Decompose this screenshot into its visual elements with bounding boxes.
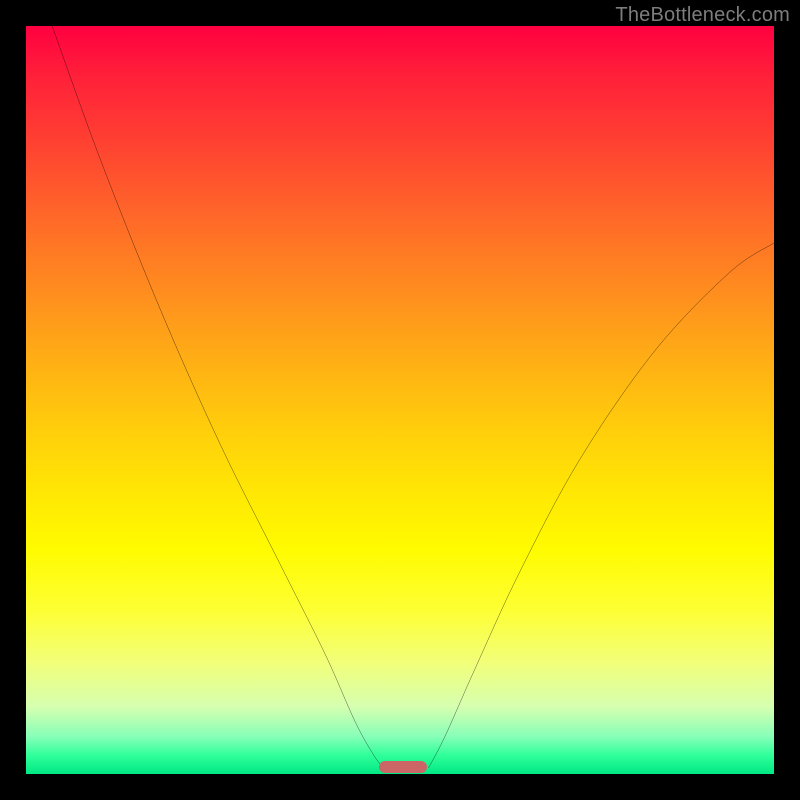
watermark-text: TheBottleneck.com: [615, 4, 790, 27]
chart-plot-area: [26, 26, 774, 774]
curve-layer: [26, 26, 774, 774]
chart-frame: TheBottleneck.com: [0, 0, 800, 800]
bottleneck-marker: [379, 761, 427, 773]
curve-left-arm: [52, 26, 383, 768]
curve-right-arm: [428, 243, 774, 768]
